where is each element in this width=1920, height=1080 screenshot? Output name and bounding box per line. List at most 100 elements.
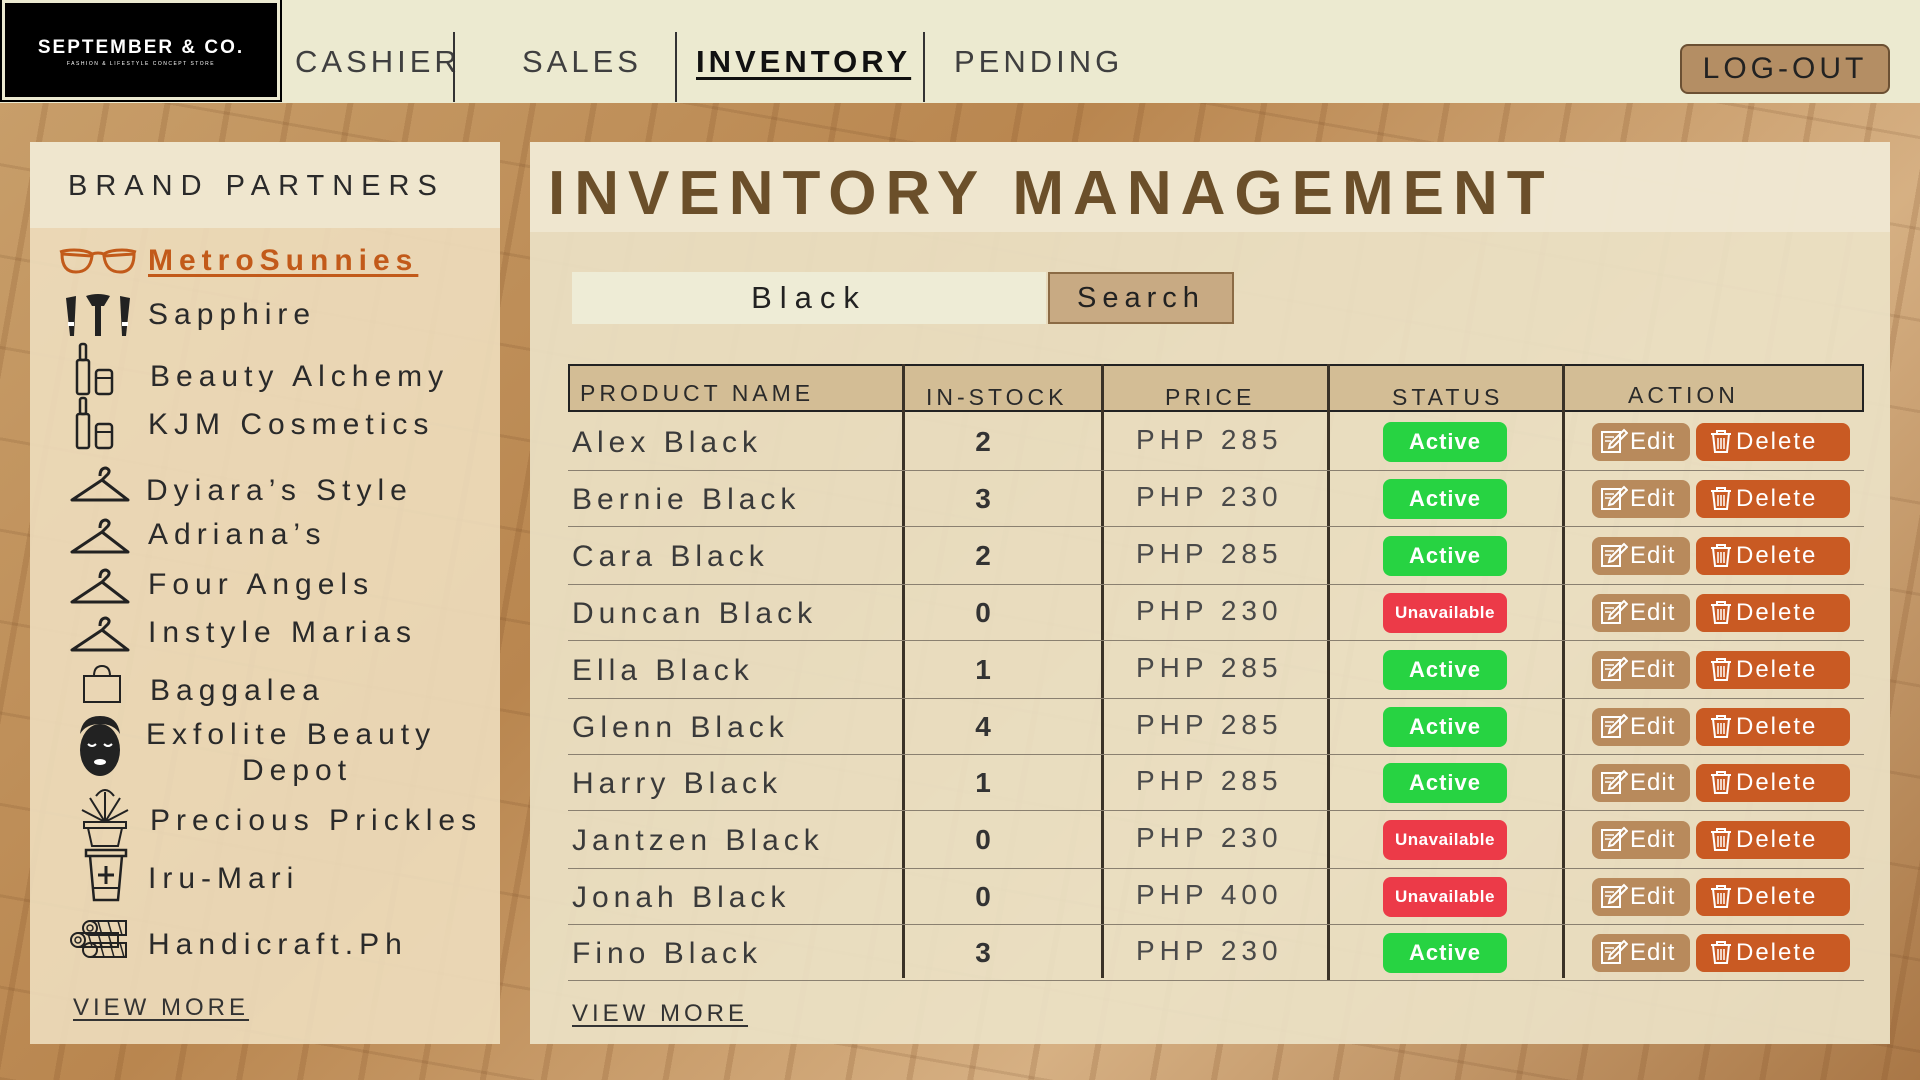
delete-button-label: Delete <box>1736 542 1818 569</box>
potted-plant-icon <box>81 789 129 847</box>
woven-rolls-icon <box>70 920 127 958</box>
table-row: Harry Black 1 PHP 285 Active Edit Delete <box>568 754 1864 811</box>
store-logo-tagline: FASHION & LIFESTYLE CONCEPT STORE <box>66 61 216 67</box>
status-badge: Active <box>1383 933 1507 973</box>
trash-icon <box>1708 826 1736 853</box>
delete-button[interactable]: Delete <box>1696 423 1850 461</box>
delete-button[interactable]: Delete <box>1696 934 1850 972</box>
trash-icon <box>1708 769 1736 796</box>
sidebar-item-label: Four Angels <box>148 568 375 601</box>
delete-button-label: Delete <box>1736 769 1818 796</box>
cell-price: PHP 230 <box>1136 822 1283 853</box>
edit-icon <box>1600 656 1630 683</box>
hanger-icon <box>70 518 130 554</box>
trash-icon <box>1708 656 1736 683</box>
sidebar-view-more-link[interactable]: VIEW MORE <box>73 994 249 1022</box>
brand-partners-sidebar: BRAND PARTNERS MetroSunnies Sapphire Bea… <box>30 142 500 1044</box>
edit-button[interactable]: Edit <box>1592 764 1690 802</box>
edit-button[interactable]: Edit <box>1592 423 1690 461</box>
table-row: Glenn Black 4 PHP 285 Active Edit Delete <box>568 698 1864 755</box>
cell-price: PHP 285 <box>1136 709 1283 740</box>
trash-icon <box>1708 883 1736 910</box>
sidebar-item-label-line2: Depot <box>242 754 353 787</box>
status-badge: Unavailable <box>1383 877 1507 917</box>
sidebar-item-label: Sapphire <box>148 298 317 331</box>
sidebar-title: BRAND PARTNERS <box>68 170 445 202</box>
delete-button[interactable]: Delete <box>1696 651 1850 689</box>
edit-button-label: Edit <box>1630 883 1676 910</box>
edit-button[interactable]: Edit <box>1592 878 1690 916</box>
edit-icon <box>1600 883 1630 910</box>
cosmetics-bottle-icon <box>75 396 114 450</box>
edit-button[interactable]: Edit <box>1592 594 1690 632</box>
sidebar-item-label: MetroSunnies <box>148 244 419 277</box>
nav-inventory[interactable]: INVENTORY <box>696 44 911 80</box>
cell-price: PHP 285 <box>1136 538 1283 569</box>
cell-in-stock: 2 <box>975 540 991 571</box>
status-badge: Unavailable <box>1383 820 1507 860</box>
cell-in-stock: 1 <box>975 654 991 685</box>
edit-button[interactable]: Edit <box>1592 708 1690 746</box>
nav-pending[interactable]: PENDING <box>954 44 1123 80</box>
logout-button[interactable]: LOG-OUT <box>1680 44 1890 94</box>
trash-icon <box>1708 485 1736 512</box>
cell-product-name: Duncan Black <box>572 597 818 630</box>
cell-in-stock: 2 <box>975 426 991 457</box>
cup-icon <box>84 848 128 902</box>
edit-button[interactable]: Edit <box>1592 934 1690 972</box>
cell-in-stock: 3 <box>975 483 991 514</box>
trash-icon <box>1708 939 1736 966</box>
cell-product-name: Harry Black <box>572 767 783 800</box>
delete-button[interactable]: Delete <box>1696 480 1850 518</box>
store-logo-name: SEPTEMBER & CO. <box>37 37 245 58</box>
cell-price: PHP 230 <box>1136 481 1283 512</box>
cell-product-name: Cara Black <box>572 540 769 573</box>
edit-button[interactable]: Edit <box>1592 651 1690 689</box>
edit-button-label: Edit <box>1630 485 1676 512</box>
delete-button-label: Delete <box>1736 599 1818 626</box>
status-badge: Active <box>1383 479 1507 519</box>
cell-in-stock: 0 <box>975 881 991 912</box>
delete-button[interactable]: Delete <box>1696 537 1850 575</box>
column-header-price: PRICE <box>1165 384 1256 410</box>
table-row: Jantzen Black 0 PHP 230 Unavailable Edit Dele… <box>568 810 1864 869</box>
face-mask-icon <box>80 716 120 776</box>
edit-button[interactable]: Edit <box>1592 480 1690 518</box>
cell-price: PHP 285 <box>1136 652 1283 683</box>
table-row: Fino Black 3 PHP 230 Active Edit Delete <box>568 924 1864 981</box>
delete-button[interactable]: Delete <box>1696 708 1850 746</box>
delete-button[interactable]: Delete <box>1696 821 1850 859</box>
table-row: Bernie Black 3 PHP 230 Active Edit Delete <box>568 470 1864 527</box>
delete-button[interactable]: Delete <box>1696 764 1850 802</box>
nav-cashier[interactable]: CASHIER <box>295 44 461 80</box>
status-badge: Active <box>1383 763 1507 803</box>
search-button[interactable]: Search <box>1048 272 1234 324</box>
store-logo[interactable]: SEPTEMBER & CO. FASHION & LIFESTYLE CONC… <box>0 0 282 102</box>
edit-button[interactable]: Edit <box>1592 821 1690 859</box>
delete-button[interactable]: Delete <box>1696 594 1850 632</box>
edit-button-label: Edit <box>1630 656 1676 683</box>
nav-sales[interactable]: SALES <box>522 44 642 80</box>
cosmetics-bottle-icon <box>75 342 114 396</box>
sidebar-item-label: Beauty Alchemy <box>150 360 450 393</box>
edit-icon <box>1600 939 1630 966</box>
trash-icon <box>1708 713 1736 740</box>
nav-divider <box>923 32 925 102</box>
delete-button-label: Delete <box>1736 428 1818 455</box>
trash-icon <box>1708 542 1736 569</box>
delete-button[interactable]: Delete <box>1696 878 1850 916</box>
edit-button[interactable]: Edit <box>1592 537 1690 575</box>
edit-button-label: Edit <box>1630 939 1676 966</box>
table-header: PRODUCT NAME IN-STOCK PRICE STATUS ACTIO… <box>568 364 1864 412</box>
cell-product-name: Bernie Black <box>572 483 801 516</box>
cell-price: PHP 285 <box>1136 424 1283 455</box>
sidebar-item-label: Instyle Marias <box>148 616 418 649</box>
search-input[interactable] <box>572 272 1046 324</box>
hanger-icon <box>70 616 130 652</box>
sidebar-item-label: Adriana’s <box>148 518 327 551</box>
status-badge: Active <box>1383 536 1507 576</box>
table-row: Cara Black 2 PHP 285 Active Edit Delete <box>568 526 1864 585</box>
nav-divider <box>675 32 677 102</box>
cell-product-name: Fino Black <box>572 937 763 970</box>
table-view-more-link[interactable]: VIEW MORE <box>572 1000 748 1028</box>
